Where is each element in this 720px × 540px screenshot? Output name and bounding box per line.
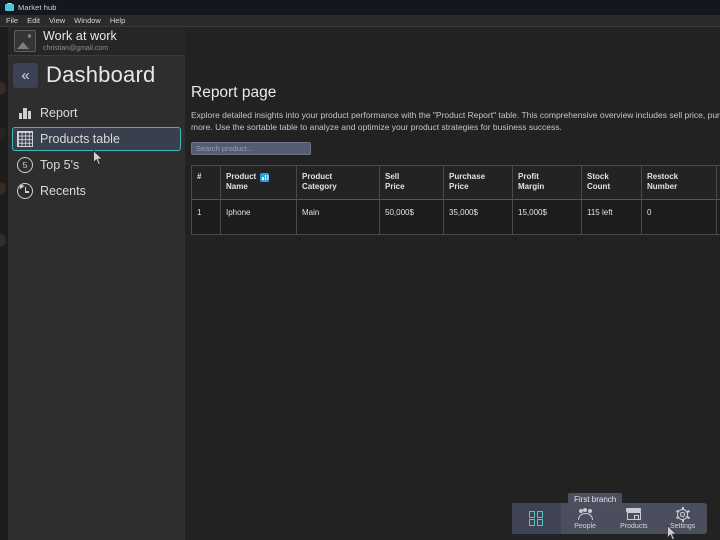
sidebar: « Dashboard Report Products table 5 Top … [8,56,185,540]
rail-decoration-dot [0,82,6,95]
left-edge-rail [0,27,8,540]
rail-decoration-dot [0,182,6,195]
menu-bar: File Edit View Window Help [0,15,720,27]
bar-chart-icon [17,105,33,121]
column-header-sell-price[interactable]: Sell Price [379,165,444,201]
column-header-restock-number[interactable]: Restock Number [641,165,717,201]
cell-total-sold-amount: 12 sold [716,199,720,235]
grid-icon [528,511,545,526]
cell-product-category: Main [296,199,380,235]
window-titlebar: Market hub [0,0,720,15]
table-body: 1 Iphone Main 50,000$ 35,000$ 15,000$ 11… [191,199,720,235]
column-header-purchase-price[interactable]: Purchase Price [443,165,513,201]
dock-item-label: Products [620,523,648,530]
sidebar-header: « Dashboard [8,56,185,94]
circle-five-icon: 5 [17,157,33,173]
sidebar-item-top-5s[interactable]: 5 Top 5's [12,153,181,177]
products-table: # Product Name Product Category Sell Pri… [191,164,720,236]
column-header-profit-margin[interactable]: Profit Margin [512,165,582,201]
bottom-dock: People Products Settings [512,503,707,534]
cell-purchase-price: 35,000$ [443,199,513,235]
menu-file[interactable]: File [6,16,18,25]
search-input[interactable] [191,141,311,155]
collapse-sidebar-button[interactable]: « [13,62,38,88]
dock-item-settings[interactable]: Settings [658,503,707,534]
rail-decoration-dot [0,234,6,247]
grid-table-icon [17,131,33,147]
menu-window[interactable]: Window [74,16,101,25]
dock-item-label: Settings [669,523,696,530]
column-header-product-name[interactable]: Product Name [220,165,297,201]
app-window: Market hub File Edit View Window Help Wo… [0,0,720,540]
report-page-description: Explore detailed insights into your prod… [191,110,720,133]
app-logo-icon [5,3,14,12]
account-name: Work at work [43,29,117,44]
sidebar-item-label: Report [40,106,78,120]
menu-help[interactable]: Help [110,16,125,25]
menu-view[interactable]: View [49,16,65,25]
cell-index: 1 [191,199,221,235]
cell-sell-price: 50,000$ [379,199,444,235]
column-header-stock-count[interactable]: Stock Count [581,165,642,201]
sidebar-item-report[interactable]: Report [12,101,181,125]
table-row[interactable]: 1 Iphone Main 50,000$ 35,000$ 15,000$ 11… [191,199,720,235]
column-header-index[interactable]: # [191,165,221,201]
cell-profit-margin: 15,000$ [512,199,582,235]
gear-icon [674,507,691,522]
products-table-container: # Product Name Product Category Sell Pri… [191,164,720,236]
dock-item-label: People [574,523,597,530]
cell-product-name: Iphone [220,199,297,235]
sidebar-nav: Report Products table 5 Top 5's Recents [8,101,185,203]
sidebar-item-products-table[interactable]: Products table [12,127,181,151]
sidebar-item-recents[interactable]: Recents [12,179,181,203]
rail-decoration-dot [0,127,6,140]
dock-tooltip: First branch [568,493,623,506]
cell-restock-number: 0 [641,199,717,235]
column-header-product-category[interactable]: Product Category [296,165,380,201]
column-header-total-sold-amount[interactable]: Total Sold Amount [716,165,720,201]
report-page-title: Report page [191,84,277,101]
dock-item-products[interactable]: Products [610,503,659,534]
shop-icon [625,507,642,522]
page-title: Dashboard [46,62,156,87]
sidebar-item-label: Top 5's [40,158,80,172]
account-email: christian@gmail.com [43,44,109,52]
people-icon [577,507,594,522]
clock-history-icon [17,182,33,199]
dock-item-people[interactable]: People [561,503,610,534]
menu-edit[interactable]: Edit [27,16,40,25]
cell-stock-count: 115 left [581,199,642,235]
window-title: Market hub [18,3,57,12]
main-content: Report page Explore detailed insights in… [185,56,720,540]
sidebar-item-label: Products table [40,132,120,146]
table-header-row: # Product Name Product Category Sell Pri… [191,165,720,201]
avatar-image-icon [14,30,36,52]
table-head: # Product Name Product Category Sell Pri… [191,165,720,201]
dock-item-branch[interactable] [512,503,561,534]
account-header[interactable]: Work at work christian@gmail.com [8,27,185,56]
sort-ascending-icon [260,172,270,182]
sidebar-item-label: Recents [40,184,86,198]
